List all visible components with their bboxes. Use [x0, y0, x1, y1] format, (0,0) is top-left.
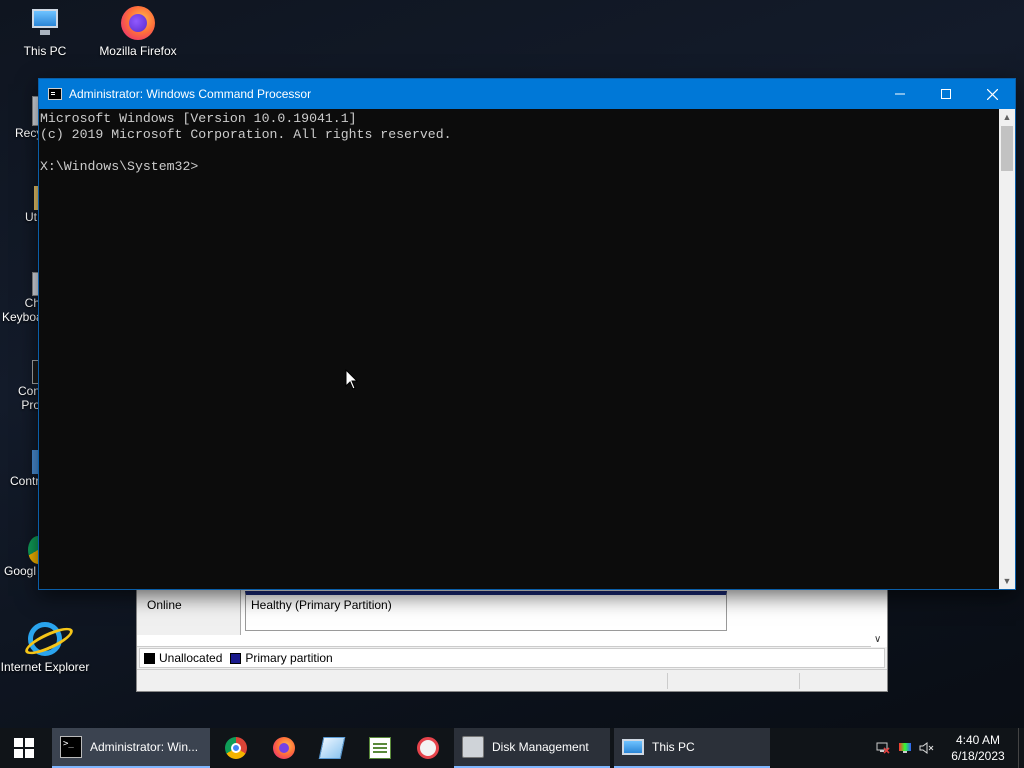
legend-label: Primary partition	[245, 651, 333, 665]
close-button[interactable]	[969, 79, 1015, 109]
desktop-icon-label: Mozilla Firefox	[99, 44, 177, 58]
legend-label: Unallocated	[159, 651, 223, 665]
volume-muted-icon[interactable]	[916, 728, 938, 768]
legend-swatch	[230, 653, 242, 665]
desktop-icon-label: Googl	[4, 564, 37, 578]
taskbar-item-label: Administrator: Win...	[90, 740, 199, 754]
this-pc-icon	[622, 739, 644, 755]
taskbar-item-this-pc[interactable]: This PC	[614, 728, 770, 768]
desktop-icon-label: This PC	[23, 44, 67, 58]
network-disconnected-icon[interactable]	[872, 728, 894, 768]
snipping-tool-icon	[417, 737, 439, 759]
minimize-button[interactable]	[877, 79, 923, 109]
display-icon[interactable]	[894, 728, 916, 768]
taskbar-item-chrome[interactable]	[212, 728, 260, 768]
disk-management-icon	[462, 736, 484, 758]
desktop-icon-recycle-bin[interactable]: Recy	[0, 96, 40, 140]
desktop-icon-this-pc[interactable]: This PC	[0, 6, 90, 59]
disk-graphical-view: Online Healthy (Primary Partition)	[137, 589, 873, 647]
clock-time: 4:40 AM	[955, 733, 1001, 747]
console-line: Microsoft Windows [Version 10.0.19041.1]	[40, 111, 357, 126]
title-bar[interactable]: Administrator: Windows Command Processor	[39, 79, 1015, 109]
taskbar-item-disk-management[interactable]: Disk Management	[454, 728, 610, 768]
taskbar-item-label: Disk Management	[492, 740, 589, 754]
disk-management-window[interactable]: Online Healthy (Primary Partition) ∨ Una…	[136, 588, 888, 692]
partition-status: Healthy (Primary Partition)	[251, 598, 392, 612]
legend-unallocated: Unallocated	[144, 651, 222, 665]
maximize-button[interactable]	[923, 79, 969, 109]
scroll-down-icon[interactable]: ▼	[999, 573, 1015, 589]
vertical-scrollbar[interactable]: ▲ ▼	[999, 109, 1015, 589]
desktop-icon-google-chrome[interactable]: Googl	[0, 536, 40, 578]
desktop-icon-label: Contr	[10, 474, 40, 488]
paper-icon	[318, 737, 346, 759]
partition-block[interactable]: Healthy (Primary Partition)	[245, 591, 727, 631]
taskbar-item-firefox[interactable]	[260, 728, 308, 768]
cmd-window[interactable]: Administrator: Windows Command Processor…	[38, 78, 1016, 590]
status-bar	[137, 669, 887, 691]
maximize-icon	[941, 89, 951, 99]
taskbar-item-label: This PC	[652, 740, 695, 754]
cmd-icon	[60, 736, 82, 758]
desktop-icon-keyboard[interactable]: Ch Keyboa	[0, 272, 40, 324]
taskbar-clock[interactable]: 4:40 AM 6/18/2023	[938, 732, 1018, 764]
windows-logo-icon	[14, 738, 34, 758]
desktop-icon-label: Con Pro	[17, 384, 40, 412]
taskbar-item-cmd[interactable]: Administrator: Win...	[52, 728, 210, 768]
legend-primary-partition: Primary partition	[230, 651, 333, 665]
taskbar-item-notepad[interactable]	[356, 728, 404, 768]
disk-status-label: Online	[137, 589, 241, 635]
close-icon	[986, 88, 998, 100]
disk-view-scrollbar[interactable]: ∨	[871, 589, 887, 647]
mouse-cursor-icon	[345, 369, 359, 390]
legend-swatch	[144, 653, 155, 665]
computer-icon	[28, 6, 62, 40]
console-line: (c) 2019 Microsoft Corporation. All righ…	[40, 127, 452, 142]
chrome-icon	[225, 737, 247, 759]
show-desktop-button[interactable]	[1018, 728, 1024, 768]
desktop-icon-label: Internet Explorer	[0, 660, 90, 674]
window-title: Administrator: Windows Command Processor	[69, 87, 312, 101]
disk-legend: Unallocated Primary partition	[139, 648, 885, 668]
internet-explorer-icon	[28, 622, 62, 656]
taskbar-item-paper[interactable]	[308, 728, 356, 768]
taskbar-item-snipping-tool[interactable]	[404, 728, 452, 768]
chevron-down-icon[interactable]: ∨	[874, 634, 881, 645]
desktop-icon-command-prompt[interactable]: Con Pro	[0, 360, 40, 412]
scroll-up-icon[interactable]: ▲	[999, 109, 1015, 125]
desktop-icon-firefox[interactable]: Mozilla Firefox	[93, 6, 183, 59]
command-prompt-line[interactable]: X:\Windows\System32>	[40, 159, 998, 175]
cmd-icon[interactable]	[48, 88, 62, 100]
desktop-icon-control-panel[interactable]: Contr	[0, 450, 40, 488]
scrollbar-thumb[interactable]	[1001, 126, 1013, 171]
firefox-icon	[121, 6, 155, 40]
clock-date: 6/18/2023	[951, 749, 1005, 763]
firefox-icon	[273, 737, 295, 759]
start-button[interactable]	[0, 728, 48, 768]
system-tray: 4:40 AM 6/18/2023	[872, 728, 1024, 768]
desktop-icon-label: Recy	[15, 126, 40, 140]
minimize-icon	[895, 93, 905, 95]
desktop-icon-utility[interactable]: Ut	[0, 186, 40, 224]
desktop-icon-label: Ch Keyboa	[2, 296, 40, 324]
desktop-icon-internet-explorer[interactable]: Internet Explorer	[0, 622, 90, 675]
taskbar: Administrator: Win... Disk Management Th…	[0, 728, 1024, 768]
console-output[interactable]: Microsoft Windows [Version 10.0.19041.1]…	[39, 109, 999, 589]
notepad-icon	[369, 737, 391, 759]
